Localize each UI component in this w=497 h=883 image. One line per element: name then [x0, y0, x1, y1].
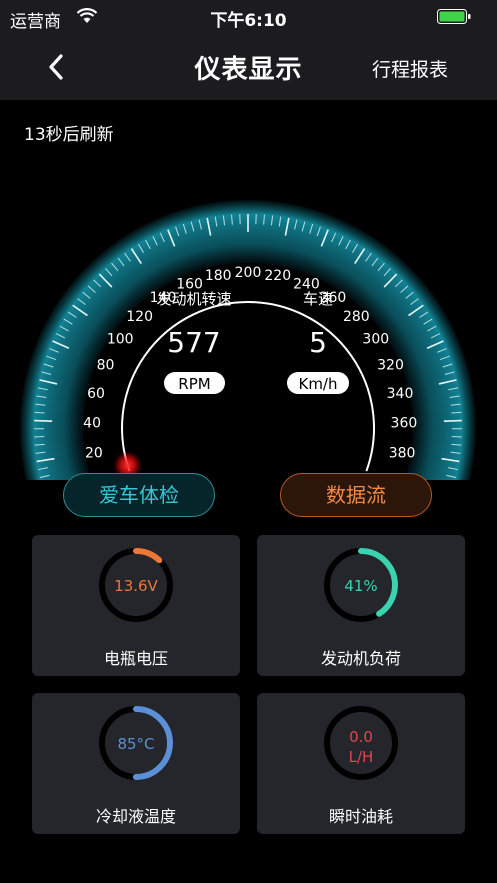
- refresh-countdown: 13秒后刷新: [24, 125, 114, 145]
- gauge-tick-label: 180: [205, 268, 232, 284]
- trip-report-button[interactable]: 行程报表: [372, 55, 448, 82]
- gauge-tick-label: 220: [264, 268, 291, 284]
- coolant-temp-value: 85°C: [117, 735, 155, 753]
- gauge-tick-label: 320: [377, 358, 404, 374]
- gauge-tick-label: 120: [126, 309, 153, 325]
- gauge-major-tick: [443, 419, 462, 422]
- status-time: 下午6:10: [210, 11, 287, 31]
- gauge-tick-label: 380: [389, 445, 416, 461]
- fuel-consumption-number: 0.0: [349, 728, 373, 746]
- gauge-tick-label: 100: [107, 332, 134, 348]
- fuel-consumption-value: 0.0 L/H: [257, 727, 465, 767]
- gauge-tick-label: 360: [391, 416, 418, 432]
- gauge-tick-label: 200: [235, 265, 262, 281]
- fuel-consumption-label: 瞬时油耗: [328, 807, 393, 826]
- gauge-major-tick: [34, 419, 53, 422]
- speed-unit: Km/h: [298, 375, 337, 393]
- speed-value: 5: [309, 326, 327, 359]
- engine-load-card[interactable]: 41% 发动机负荷: [257, 535, 465, 676]
- nav-bar: 仪表显示 行程报表: [0, 34, 497, 100]
- gauge-tick-label: 20: [85, 445, 103, 461]
- coolant-temp-label: 冷却液温度: [95, 807, 176, 826]
- gauge-tick-label: 60: [87, 386, 105, 402]
- rpm-label: 发动机转速: [156, 290, 231, 308]
- engine-load-label: 发动机负荷: [320, 649, 401, 668]
- rpm-unit: RPM: [178, 375, 210, 393]
- rpm-value: 577: [167, 326, 220, 359]
- coolant-temp-card[interactable]: 85°C 冷却液温度: [32, 693, 240, 834]
- battery-icon: [437, 9, 471, 24]
- gauge-tick-label: 340: [387, 386, 414, 402]
- battery-voltage-label: 电瓶电压: [103, 649, 168, 668]
- gauge-tick-label: 280: [343, 309, 370, 325]
- speed-label: 车速: [303, 290, 333, 308]
- data-stream-button[interactable]: 数据流: [280, 473, 432, 517]
- fuel-consumption-card[interactable]: 0.0 L/H 瞬时油耗: [257, 693, 465, 834]
- battery-voltage-card[interactable]: 13.6V 电瓶电压: [32, 535, 240, 676]
- engine-load-value: 41%: [344, 577, 378, 595]
- gauge-tick-label: 300: [362, 332, 389, 348]
- gauge-glow-band: [20, 200, 476, 480]
- fuel-consumption-unit: L/H: [348, 748, 374, 766]
- status-bar: 运营商 下午6:10: [0, 0, 497, 34]
- gauge-glow-band-shape: [20, 200, 476, 480]
- battery-voltage-value: 13.6V: [114, 577, 158, 595]
- vehicle-check-button[interactable]: 爱车体检: [63, 473, 215, 517]
- speedometer-gauge: 0204060801001201401601802002202402602803…: [20, 200, 476, 480]
- gauge-tick-label: 80: [97, 358, 115, 374]
- gauge-tick-label: 40: [83, 416, 101, 432]
